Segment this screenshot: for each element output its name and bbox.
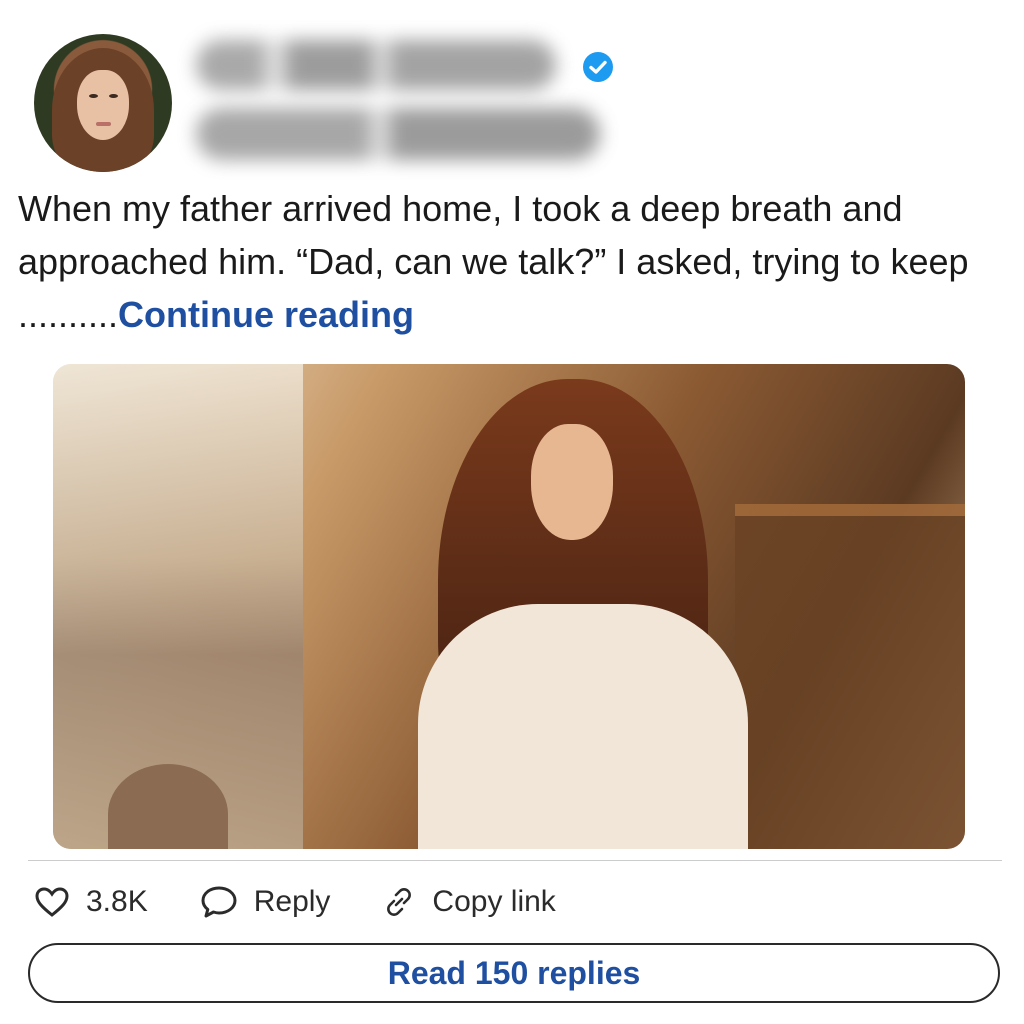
- author-name-blurred[interactable]: [196, 40, 556, 90]
- avatar-face: [77, 70, 129, 140]
- image-figure-face: [531, 424, 613, 540]
- copy-link-button[interactable]: Copy link: [382, 885, 556, 919]
- reply-button[interactable]: Reply: [200, 885, 331, 919]
- avatar-eye: [109, 94, 118, 98]
- like-count: 3.8K: [86, 885, 148, 918]
- post-text: When my father arrived home, I took a de…: [18, 182, 1008, 341]
- image-figure-body: [418, 604, 748, 849]
- avatar-lips: [96, 122, 111, 126]
- divider: [28, 860, 1002, 861]
- read-replies-label: Read 150 replies: [387, 954, 641, 991]
- avatar-eye: [89, 94, 98, 98]
- continue-reading-link[interactable]: Continue reading: [118, 294, 414, 335]
- verified-badge-icon: [583, 52, 613, 82]
- image-table: [735, 504, 965, 849]
- reply-label: Reply: [253, 885, 331, 918]
- copy-link-label: Copy link: [432, 885, 556, 918]
- like-button[interactable]: 3.8K: [34, 885, 148, 919]
- link-icon: [387, 888, 412, 916]
- heart-icon: [35, 887, 69, 917]
- post-image[interactable]: [53, 364, 965, 849]
- author-avatar[interactable]: [34, 34, 172, 172]
- author-handle-blurred: [196, 108, 600, 160]
- action-bar: 3.8K Reply Copy link: [34, 880, 608, 924]
- read-replies-button[interactable]: Read 150 replies: [28, 943, 1000, 1003]
- speech-bubble-icon: [201, 886, 237, 918]
